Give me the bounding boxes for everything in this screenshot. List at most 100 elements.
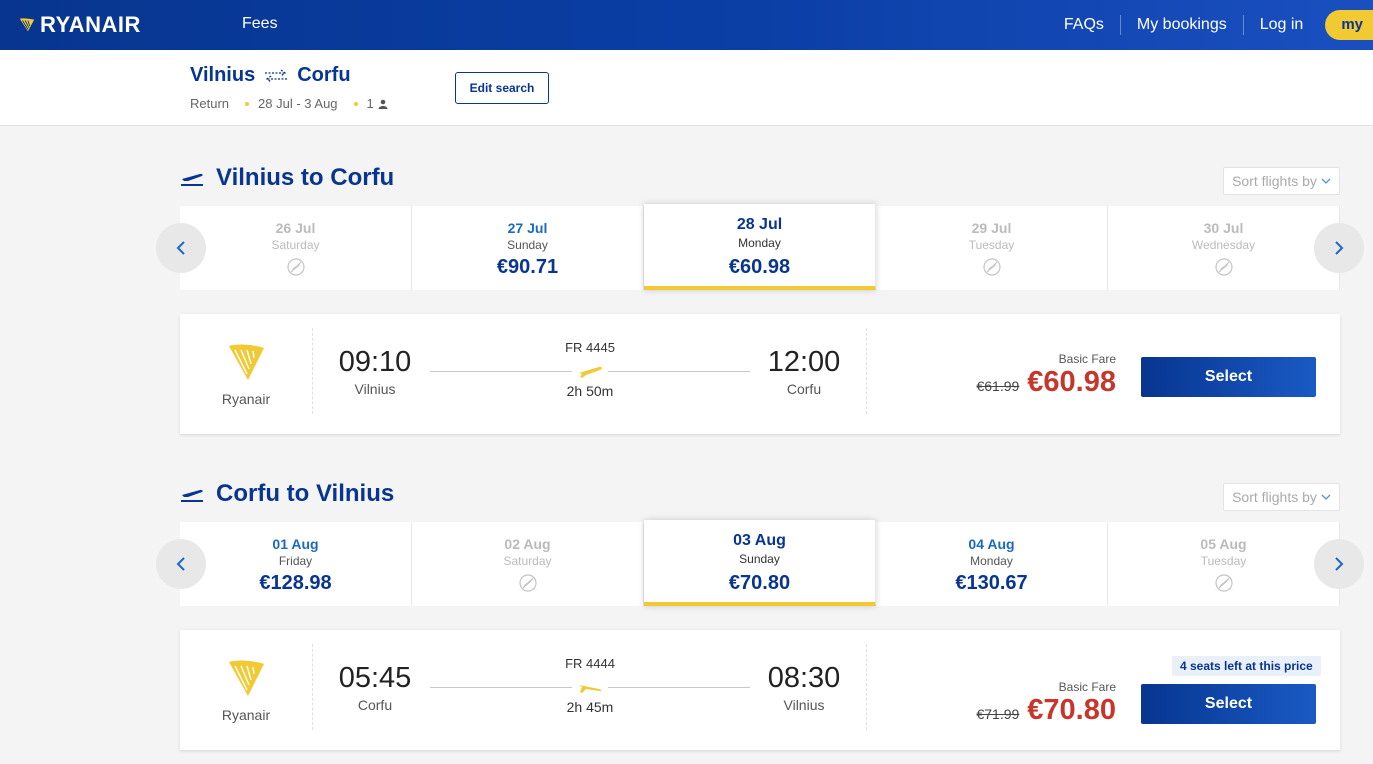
inbound-flight-card[interactable]: Ryanair 05:45 Corfu FR 4444 2h 45m 08:30… <box>180 630 1340 750</box>
plane-landing-icon <box>579 685 602 693</box>
date-label: 28 Jul <box>736 216 783 233</box>
arrival-time: 08:30 <box>767 662 841 694</box>
brand-name: RYANAIR <box>40 12 141 37</box>
plane-departure-icon <box>181 489 203 502</box>
carousel-prev-button[interactable] <box>156 539 206 589</box>
date-label: 26 Jul <box>275 220 316 236</box>
edit-search-button[interactable]: Edit search <box>455 72 549 104</box>
date-option[interactable]: 01 Aug Friday €128.98 <box>180 522 412 606</box>
fare-type-label: Basic Fare <box>1058 680 1116 694</box>
date-label: 04 Aug <box>968 536 1015 552</box>
flight-number: FR 4445 <box>565 340 615 355</box>
date-label: 29 Jul <box>971 220 1012 236</box>
seats-left-badge: 4 seats left at this price <box>1172 656 1321 676</box>
date-price: €128.98 <box>259 572 332 594</box>
carrier-name: Ryanair <box>221 391 271 407</box>
nav-login-link[interactable]: Log in <box>1244 15 1320 35</box>
no-flights-icon <box>1214 574 1233 592</box>
arrival-time: 12:00 <box>767 346 841 378</box>
no-flights-icon <box>1214 258 1233 276</box>
departure-time: 09:10 <box>338 346 412 378</box>
date-label: 02 Aug <box>504 536 551 552</box>
price-group: €71.99 €70.80 <box>976 694 1116 727</box>
outbound-title-text: Vilnius to Corfu <box>216 164 395 191</box>
date-price: €90.71 <box>496 256 559 278</box>
carrier-info: Ryanair <box>180 328 313 414</box>
carousel-next-button[interactable] <box>1314 539 1364 589</box>
price-group: €61.99 €60.98 <box>976 366 1116 399</box>
select-flight-button[interactable]: Select <box>1141 684 1316 724</box>
inbound-section-title: Corfu to Vilnius <box>180 480 394 508</box>
sort-label: Sort flights by <box>1232 173 1317 189</box>
carrier-info: Ryanair <box>180 644 313 730</box>
date-option[interactable]: 27 Jul Sunday €90.71 <box>412 206 644 290</box>
flight-number: FR 4444 <box>565 656 615 671</box>
divider <box>866 328 867 414</box>
ryanair-harp-icon <box>229 344 264 380</box>
date-option[interactable]: 29 Jul Tuesday <box>876 206 1108 290</box>
outbound-date-carousel: 26 Jul Saturday 27 Jul Sunday €90.71 28 … <box>156 204 1364 290</box>
outbound-flight-card[interactable]: Ryanair 09:10 Vilnius FR 4445 2h 50m 12:… <box>180 314 1340 434</box>
carousel-prev-button[interactable] <box>156 223 206 273</box>
sort-label: Sort flights by <box>1232 489 1317 505</box>
weekday-label: Monday <box>738 236 781 250</box>
myryanair-button[interactable]: my <box>1325 10 1373 40</box>
date-label: 30 Jul <box>1203 220 1244 236</box>
date-option[interactable]: 05 Aug Tuesday <box>1108 522 1340 606</box>
date-option[interactable]: 02 Aug Saturday <box>412 522 644 606</box>
date-price: €60.98 <box>728 256 791 278</box>
trip-meta: Return 28 Jul - 3 Aug 1 <box>190 96 388 111</box>
date-label: 03 Aug <box>733 532 786 549</box>
arrival-info: 08:30 Vilnius <box>766 662 842 713</box>
chevron-down-icon <box>1321 494 1331 500</box>
departure-info: 09:10 Vilnius <box>338 346 412 397</box>
inbound-sort-dropdown[interactable]: Sort flights by <box>1223 483 1340 511</box>
arrival-city: Vilnius <box>783 697 825 713</box>
harp-logo-icon <box>19 18 35 32</box>
departure-info: 05:45 Corfu <box>338 662 412 713</box>
outbound-sort-dropdown[interactable]: Sort flights by <box>1223 167 1340 195</box>
chevron-right-icon <box>1335 557 1344 571</box>
weekday-label: Saturday <box>271 238 320 252</box>
weekday-label: Saturday <box>503 554 552 568</box>
destination-city: Corfu <box>297 64 351 86</box>
nav-right-group: FAQs My bookings Log in my <box>1048 0 1373 50</box>
no-flights-icon <box>286 258 305 276</box>
trip-type: Return <box>190 96 230 111</box>
inbound-title-text: Corfu to Vilnius <box>216 480 395 507</box>
no-flights-icon <box>982 258 1001 276</box>
date-price: €70.80 <box>728 572 791 594</box>
date-option[interactable]: 04 Aug Monday €130.67 <box>876 522 1108 606</box>
weekday-label: Tuesday <box>968 238 1015 252</box>
nav-faqs-link[interactable]: FAQs <box>1048 15 1121 35</box>
chevron-down-icon <box>1321 178 1331 184</box>
swap-arrows-icon <box>265 68 288 83</box>
weekday-label: Wednesday <box>1191 238 1256 252</box>
nav-fees-link[interactable]: Fees <box>242 15 278 33</box>
date-option[interactable]: 30 Jul Wednesday <box>1108 206 1340 290</box>
date-option[interactable]: 26 Jul Saturday <box>180 206 412 290</box>
departure-time: 05:45 <box>338 662 412 694</box>
date-option-selected[interactable]: 28 Jul Monday €60.98 <box>644 204 876 290</box>
select-flight-button[interactable]: Select <box>1141 357 1316 397</box>
original-price: €71.99 <box>976 706 1020 722</box>
ryanair-logo[interactable]: RYANAIR <box>18 12 141 38</box>
chevron-left-icon <box>176 557 185 571</box>
arrival-city: Corfu <box>786 381 822 397</box>
weekday-label: Monday <box>970 554 1013 568</box>
plane-icon <box>579 366 602 378</box>
trip-dates: 28 Jul - 3 Aug <box>258 96 338 111</box>
date-label: 05 Aug <box>1200 536 1247 552</box>
route-line <box>430 675 750 699</box>
ryanair-harp-icon <box>229 660 264 696</box>
carrier-name: Ryanair <box>221 707 271 723</box>
outbound-section-title: Vilnius to Corfu <box>180 164 394 192</box>
chevron-right-icon <box>1335 241 1344 255</box>
flight-duration: 2h 45m <box>566 699 614 715</box>
weekday-label: Sunday <box>739 552 780 566</box>
discounted-price: €70.80 <box>1027 694 1116 726</box>
nav-my-bookings-link[interactable]: My bookings <box>1121 15 1244 35</box>
search-summary: Vilnius Corfu Return 28 Jul - 3 Aug 1 Ed… <box>0 50 1373 126</box>
date-option-selected[interactable]: 03 Aug Sunday €70.80 <box>644 520 876 606</box>
carousel-next-button[interactable] <box>1314 223 1364 273</box>
